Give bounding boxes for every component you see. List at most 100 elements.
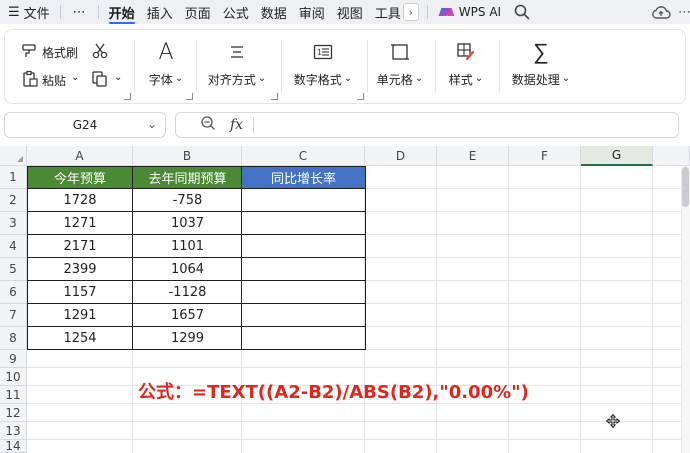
tab-data[interactable]: 数据: [255, 0, 293, 24]
table-border: [27, 349, 366, 350]
gridline: [436, 166, 437, 453]
row-header-13[interactable]: 13: [0, 422, 27, 440]
menu-more[interactable]: ⋯: [65, 0, 94, 24]
ribbon-toolbar: 格式刷 粘贴 A 字体 对齐方式 1 数字格式: [4, 29, 686, 104]
copy-button[interactable]: [91, 70, 122, 91]
table-cell[interactable]: 2399: [27, 258, 133, 281]
select-all-corner[interactable]: [0, 146, 27, 166]
font-dialog-launcher[interactable]: [186, 93, 193, 100]
data-processing-button[interactable]: ∑ 数据处理: [510, 39, 572, 88]
row-header-1[interactable]: 1: [0, 166, 27, 189]
table-cell[interactable]: 1271: [27, 212, 133, 235]
zoom-magnifier-icon[interactable]: [200, 115, 216, 135]
tab-tools[interactable]: 工具: [369, 0, 401, 24]
table-cell[interactable]: 1657: [133, 304, 242, 327]
styles-button[interactable]: 样式: [446, 39, 486, 88]
font-a-icon: A: [158, 39, 174, 65]
column-header-c[interactable]: C: [242, 146, 365, 166]
chevron-down-icon[interactable]: ⌄: [147, 117, 157, 131]
scrollbar-thumb[interactable]: [682, 167, 689, 207]
row-header-8[interactable]: 8: [0, 327, 27, 350]
gridline: [652, 166, 653, 453]
table-cell[interactable]: 1157: [27, 281, 133, 304]
tab-review[interactable]: 审阅: [293, 0, 331, 24]
cut-icon[interactable]: [91, 42, 109, 64]
table-border: [27, 234, 366, 235]
column-header-b[interactable]: B: [133, 146, 242, 166]
table-header-cell[interactable]: 去年同期预算: [133, 166, 242, 189]
paste-button[interactable]: 粘贴: [21, 70, 79, 91]
column-header-e[interactable]: E: [437, 146, 509, 166]
row-header-10[interactable]: 10: [0, 368, 27, 386]
number-format-button[interactable]: 1 数字格式: [292, 39, 354, 88]
table-cell[interactable]: [242, 304, 365, 327]
table-cell[interactable]: 1064: [133, 258, 242, 281]
menu-divider: [426, 5, 428, 19]
column-header-g[interactable]: G: [581, 146, 653, 166]
row-header-7[interactable]: 7: [0, 304, 27, 327]
menu-more-icon[interactable]: ⋯: [678, 5, 690, 20]
formula-bar[interactable]: fx: [175, 112, 679, 138]
name-box[interactable]: G24 ⌄: [4, 112, 166, 138]
gridline: [27, 439, 690, 440]
tab-home[interactable]: 开始: [103, 0, 141, 24]
table-cell[interactable]: [242, 212, 365, 235]
row-header-3[interactable]: 3: [0, 212, 27, 235]
alignment-button[interactable]: 对齐方式: [206, 39, 268, 88]
table-cell[interactable]: 2171: [27, 235, 133, 258]
insert-function-icon[interactable]: fx: [230, 117, 243, 133]
format-painter-button[interactable]: 格式刷: [21, 43, 78, 62]
table-cell[interactable]: 1037: [133, 212, 242, 235]
row-header-5[interactable]: 5: [0, 258, 27, 281]
table-cell[interactable]: [242, 189, 365, 212]
table-cell[interactable]: 1101: [133, 235, 242, 258]
ribbon-separator: [499, 40, 500, 92]
table-cell[interactable]: [242, 281, 365, 304]
column-header-f[interactable]: F: [509, 146, 581, 166]
search-icon[interactable]: [513, 3, 531, 21]
table-cell[interactable]: 1728: [27, 189, 133, 212]
spreadsheet-grid[interactable]: A B C D E F G 1 2 3 4 5 6 7 8 9 10 11 12…: [0, 146, 690, 453]
styles-brush-icon: [454, 39, 478, 65]
menu-file[interactable]: ☰ 文件: [0, 0, 56, 24]
column-header-a[interactable]: A: [27, 146, 133, 166]
cells-button[interactable]: 单元格: [377, 39, 423, 88]
menu-divider: [97, 5, 99, 19]
clipboard-dialog-launcher[interactable]: [124, 93, 131, 100]
alignment-dialog-launcher[interactable]: [271, 93, 278, 100]
font-button[interactable]: A 字体: [146, 39, 186, 88]
table-cell[interactable]: 1291: [27, 304, 133, 327]
row-header-12[interactable]: 12: [0, 404, 27, 422]
column-header-d[interactable]: D: [365, 146, 437, 166]
tab-formulas[interactable]: 公式: [217, 0, 255, 24]
ribbon-separator: [281, 40, 282, 92]
table-header-cell[interactable]: 同比增长率: [242, 166, 365, 189]
vertical-scrollbar[interactable]: [681, 166, 690, 453]
wps-ai-button[interactable]: WPS AI: [432, 5, 509, 19]
table-cell[interactable]: -1128: [133, 281, 242, 304]
table-cell[interactable]: [242, 235, 365, 258]
tab-insert[interactable]: 插入: [141, 0, 179, 24]
table-border: [27, 211, 366, 212]
tab-view[interactable]: 视图: [331, 0, 369, 24]
tabs-overflow-chevron-icon[interactable]: ›: [402, 3, 419, 21]
row-header-14[interactable]: 14: [0, 439, 27, 453]
row-header-9[interactable]: 9: [0, 350, 27, 368]
table-border: [27, 188, 366, 189]
cloud-sync-icon[interactable]: [650, 3, 672, 21]
number-format-dialog-launcher[interactable]: [357, 93, 364, 100]
tab-page[interactable]: 页面: [179, 0, 217, 24]
gridline: [27, 421, 690, 422]
table-cell[interactable]: 1299: [133, 327, 242, 350]
table-border: [241, 166, 242, 350]
ribbon-separator: [367, 40, 368, 92]
table-cell[interactable]: 1254: [27, 327, 133, 350]
table-cell[interactable]: [242, 258, 365, 281]
row-header-11[interactable]: 11: [0, 386, 27, 404]
table-cell[interactable]: -758: [133, 189, 242, 212]
table-cell[interactable]: [242, 327, 365, 350]
table-header-cell[interactable]: 今年预算: [27, 166, 133, 189]
row-header-4[interactable]: 4: [0, 235, 27, 258]
row-header-6[interactable]: 6: [0, 281, 27, 304]
row-header-2[interactable]: 2: [0, 189, 27, 212]
